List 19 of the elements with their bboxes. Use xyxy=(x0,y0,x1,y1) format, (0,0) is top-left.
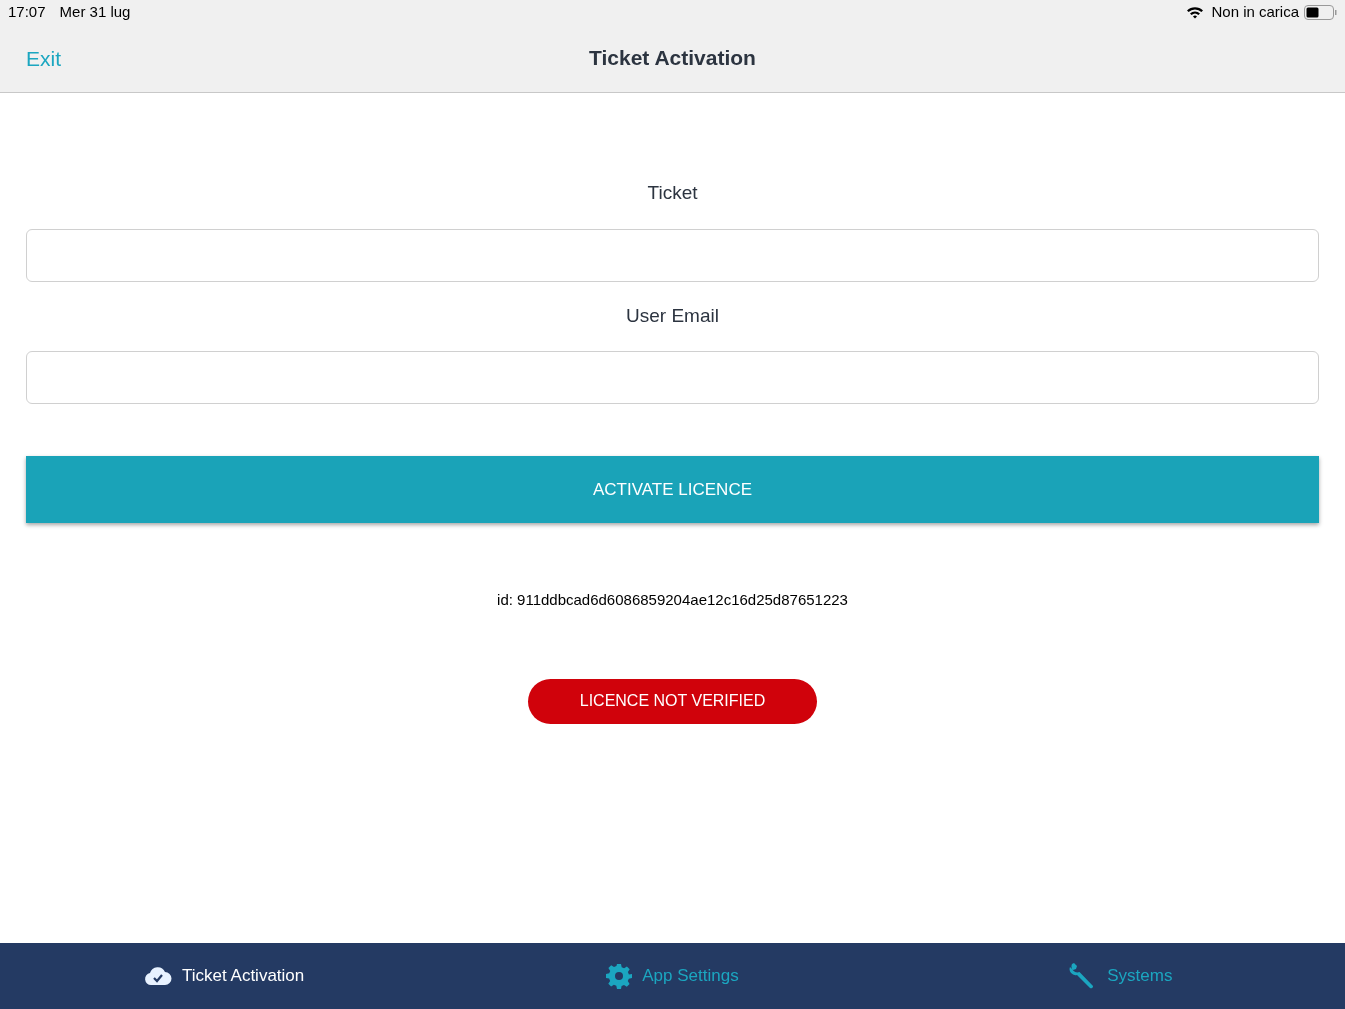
input-field[interactable] xyxy=(26,351,1319,404)
wifi-icon xyxy=(1186,6,1205,19)
gear-icon xyxy=(606,963,633,989)
battery-icon xyxy=(1304,5,1337,20)
device-id-text: id: 911ddbcad6d6086859204ae12c16d25d87651223 xyxy=(497,590,848,610)
tab-item[interactable]: Systems xyxy=(896,943,1345,1009)
field-label: Ticket xyxy=(647,181,698,205)
cloud-check-icon xyxy=(144,966,173,986)
exit-button[interactable]: Exit xyxy=(26,42,61,75)
status-time: 17:07 xyxy=(8,2,46,23)
activate-licence-button[interactable]: ACTIVATE LICENCE xyxy=(26,456,1319,523)
tab-item[interactable]: Ticket Activation xyxy=(0,943,449,1009)
tab-item[interactable]: App Settings xyxy=(448,943,897,1009)
status-date: Mer 31 lug xyxy=(59,2,131,23)
input-field[interactable] xyxy=(26,228,1319,282)
licence-status-badge: LICENCE NOT VERIFIED xyxy=(528,678,817,724)
screen-title: Ticket Activation xyxy=(589,44,756,71)
field-label: User Email xyxy=(626,303,719,328)
charging-status: Non in carica xyxy=(1211,2,1299,23)
